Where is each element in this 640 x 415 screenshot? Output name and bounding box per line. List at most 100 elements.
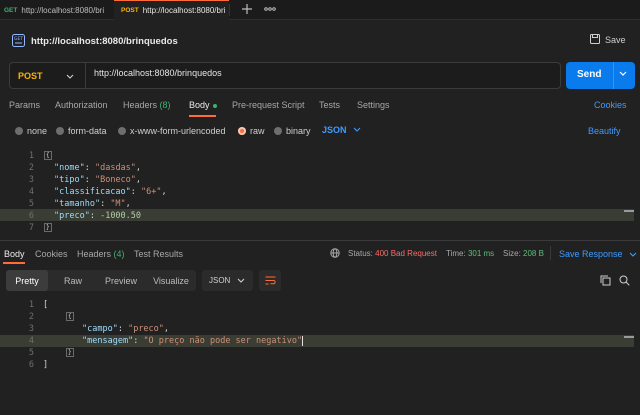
send-label: Send	[577, 69, 602, 80]
response-tab-headers-count: (4)	[113, 249, 125, 259]
radio-form-data[interactable]: form-data	[56, 126, 107, 136]
tab-headers-count: (8)	[159, 100, 171, 110]
line-number: 3	[28, 175, 34, 185]
radio-label: none	[27, 126, 48, 136]
view-pretty-button[interactable]: Pretty	[6, 270, 48, 291]
response-body-viewer[interactable]: 1 2 3 4 5 6 [ { "campo": "preco", "mensa…	[0, 296, 640, 415]
json-value: "O preço não pode ser negativo"	[143, 336, 303, 346]
response-status[interactable]: Status: 400 Bad Request	[348, 249, 437, 258]
response-size[interactable]: Size: 208 B	[503, 249, 544, 258]
body-format-select[interactable]: JSON	[322, 125, 361, 135]
search-icon[interactable]	[619, 275, 630, 288]
more-tabs-icon[interactable]	[264, 5, 276, 15]
json-key: "tipo"	[54, 175, 85, 185]
code-bracket: [	[43, 300, 49, 310]
json-value: "M"	[110, 199, 126, 209]
view-raw-button[interactable]: Raw	[52, 270, 94, 291]
response-time[interactable]: Time: 301 ms	[446, 249, 494, 258]
beautify-button[interactable]: Beautify	[588, 126, 621, 136]
json-comma: ,	[125, 199, 131, 209]
json-value: "preco"	[128, 324, 164, 334]
chevron-down-icon	[66, 72, 74, 82]
method-select[interactable]: POST	[10, 63, 86, 88]
json-key: "tamanho"	[54, 199, 101, 209]
json-key: "campo"	[82, 324, 118, 334]
tab-settings[interactable]: Settings	[357, 100, 390, 110]
radio-dot-icon	[15, 127, 23, 135]
globe-icon[interactable]	[330, 248, 340, 260]
line-number: 4	[28, 187, 34, 197]
line-number: 4	[28, 336, 34, 346]
size-label: Size:	[503, 249, 521, 258]
tab-label: http://localhost:8080/bri	[142, 5, 226, 15]
tab-headers[interactable]: Headers (8)	[123, 100, 171, 110]
json-key: "preco"	[54, 211, 90, 221]
send-button[interactable]: Send	[566, 62, 635, 89]
save-label: Save	[605, 35, 626, 45]
json-comma: ,	[135, 175, 142, 185]
save-button[interactable]: Save	[590, 34, 626, 46]
send-options-chevron-icon[interactable]	[618, 70, 628, 81]
divider	[550, 246, 551, 260]
view-visualize-button[interactable]: Visualize	[146, 270, 196, 291]
json-comma: ,	[163, 324, 170, 334]
response-tab-headers[interactable]: Headers (4)	[77, 249, 125, 259]
tab-get-brinquedos[interactable]: GET http://localhost:8080/bri	[4, 0, 108, 20]
response-tab-headers-label: Headers	[77, 249, 112, 259]
response-tab-body[interactable]: Body	[4, 249, 25, 259]
request-title[interactable]: http://localhost:8080/brinquedos	[31, 36, 178, 47]
save-icon	[590, 34, 600, 46]
new-tab-icon[interactable]	[241, 3, 253, 17]
code-line: "mensagem": "O preço não pode ser negati…	[82, 336, 304, 346]
radio-none[interactable]: none	[15, 126, 47, 136]
line-number: 5	[28, 348, 34, 358]
cookies-link[interactable]: Cookies	[594, 100, 627, 110]
save-response-label: Save Response	[559, 249, 623, 259]
response-tab-cookies[interactable]: Cookies	[35, 249, 68, 259]
line-number: 6	[28, 360, 34, 370]
http-request-icon: GET	[12, 34, 25, 49]
wrap-lines-button[interactable]	[259, 270, 281, 291]
json-key: "mensagem"	[82, 336, 134, 346]
time-label: Time:	[446, 249, 466, 258]
tab-authorization[interactable]: Authorization	[55, 100, 108, 110]
tab-body-indicator-icon	[213, 103, 218, 108]
response-tab-test-results[interactable]: Test Results	[134, 249, 183, 259]
radio-raw[interactable]: raw	[238, 126, 265, 136]
tab-body-label: Body	[189, 100, 210, 110]
tab-method: GET	[4, 6, 18, 14]
scroll-marker	[624, 210, 634, 212]
radio-dot-icon	[274, 127, 282, 135]
tab-post-brinquedos[interactable]: POST http://localhost:8080/bri	[114, 0, 229, 20]
line-number: 7	[28, 223, 34, 233]
active-tab-indicator	[3, 262, 25, 264]
response-format-select[interactable]: JSON	[202, 270, 253, 291]
wrap-lines-icon	[265, 276, 276, 285]
view-preview-button[interactable]: Preview	[96, 270, 146, 291]
radio-binary[interactable]: binary	[274, 126, 311, 136]
request-body-editor[interactable]: 1 2 3 4 5 6 7 { "nome": "dasdas", "tipo"…	[0, 148, 640, 236]
url-bar: POST http://localhost:8080/brinquedos	[9, 62, 561, 89]
pane-divider[interactable]	[0, 240, 640, 241]
radio-label: binary	[286, 126, 311, 136]
tab-prerequest-script[interactable]: Pre-request Script	[232, 100, 305, 110]
tab-params[interactable]: Params	[9, 100, 40, 110]
code-line: "tipo": "Boneco",	[54, 175, 142, 185]
json-value: "dasdas"	[94, 163, 136, 173]
chevron-down-icon	[237, 278, 245, 283]
save-response-button[interactable]: Save Response	[559, 249, 637, 259]
url-input[interactable]: http://localhost:8080/brinquedos	[94, 68, 222, 78]
tab-body[interactable]: Body	[189, 100, 218, 110]
tab-divider	[229, 4, 230, 16]
response-view-toggle: Pretty Raw Preview Visualize	[6, 270, 196, 291]
tab-tests[interactable]: Tests	[319, 100, 340, 110]
method-label: POST	[18, 70, 43, 81]
size-value: 208 B	[523, 249, 544, 258]
radio-dot-selected-icon	[238, 127, 246, 135]
code-brace: }	[44, 223, 52, 232]
json-key: "nome"	[54, 163, 85, 173]
radio-x-www-form-urlencoded[interactable]: x-www-form-urlencoded	[118, 126, 226, 136]
code-line: "campo": "preco",	[82, 324, 170, 334]
chevron-down-icon	[629, 252, 637, 257]
copy-icon[interactable]	[600, 275, 611, 288]
